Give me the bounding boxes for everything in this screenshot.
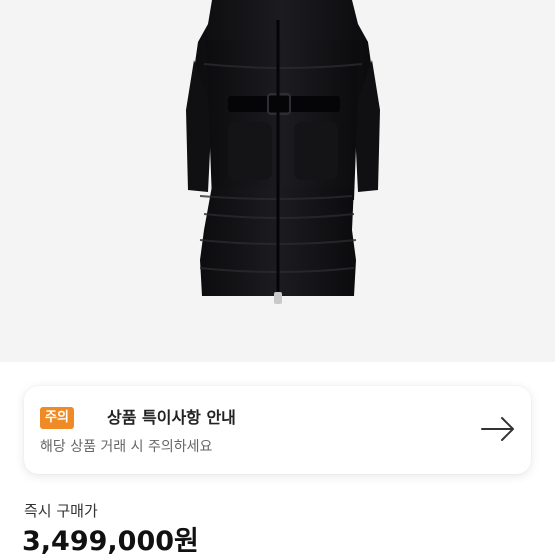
notice-subtitle: 해당 상품 거래 시 주의하세요 <box>40 439 213 455</box>
product-image[interactable] <box>0 0 555 362</box>
product-notice-card[interactable]: 주의 상품 특이사항 안내 해당 상품 거래 시 주의하세요 <box>24 386 531 474</box>
caution-badge: 주의 <box>40 407 74 429</box>
arrow-right-icon[interactable] <box>481 416 515 442</box>
coat-illustration <box>186 0 380 304</box>
price-label: 즉시 구매가 <box>24 502 98 520</box>
notice-title: 상품 특이사항 안내 <box>107 408 236 427</box>
